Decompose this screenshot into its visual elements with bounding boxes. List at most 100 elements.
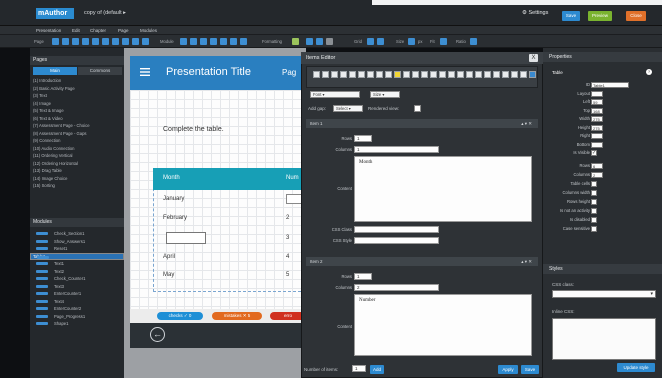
menu-page[interactable]: Page xyxy=(118,28,129,33)
redo-icon[interactable] xyxy=(529,71,536,78)
prop-right-input[interactable] xyxy=(591,133,603,139)
format-clear-icon[interactable] xyxy=(326,38,333,45)
module-paste-icon[interactable] xyxy=(200,38,207,45)
tab-commons[interactable]: Commons xyxy=(78,67,122,75)
close-icon[interactable]: X xyxy=(529,54,538,62)
modules-panel-header[interactable]: Modules xyxy=(30,218,124,227)
prop-table-cells-checkbox[interactable] xyxy=(591,181,597,187)
strike-icon[interactable] xyxy=(340,71,347,78)
page-preview-icon[interactable] xyxy=(142,38,149,45)
page-item[interactable]: (6) Text & Video xyxy=(33,116,63,121)
rendered-view-checkbox[interactable] xyxy=(414,105,421,112)
module-item[interactable]: Check_Counter1 xyxy=(30,275,124,282)
rows-input[interactable]: 1 xyxy=(354,273,372,280)
menu-edit[interactable]: Edit xyxy=(72,28,80,33)
columns-input[interactable]: 1 xyxy=(354,146,439,153)
gap-select[interactable]: Select ▾ xyxy=(333,105,363,112)
prop-top-input[interactable]: 168 xyxy=(591,107,603,114)
module-front-icon[interactable] xyxy=(220,38,227,45)
apply-button[interactable]: Apply xyxy=(498,365,518,374)
html-icon[interactable] xyxy=(511,71,518,78)
list-ordered-icon[interactable] xyxy=(403,71,410,78)
back-arrow-icon[interactable]: ← xyxy=(150,327,165,342)
prop-rows-input[interactable]: 6 xyxy=(591,163,603,169)
table-icon[interactable] xyxy=(475,71,482,78)
columns-input[interactable]: 2 xyxy=(354,284,439,291)
prop-columns-width-checkbox[interactable] xyxy=(591,190,597,196)
inline-css-textarea[interactable] xyxy=(552,318,656,360)
page-item[interactable]: (10) Audio Connection xyxy=(33,146,74,151)
page-export-icon[interactable] xyxy=(122,38,129,45)
item-controls-icon[interactable]: ▴ ▾ ✕ xyxy=(521,119,532,128)
page-settings-icon[interactable] xyxy=(112,38,119,45)
page-item[interactable]: (12) Ordering Horizontal xyxy=(33,161,78,166)
add-button[interactable]: Add xyxy=(370,365,384,374)
prop-height-input[interactable]: 275 xyxy=(591,124,603,131)
page-item[interactable]: (7) Assessment Page - Choice xyxy=(33,123,90,128)
page-item[interactable]: (2) Basic Activity Page xyxy=(33,86,75,91)
list-bullet-icon[interactable] xyxy=(412,71,419,78)
module-delete-icon[interactable] xyxy=(240,38,247,45)
ratio-icon[interactable] xyxy=(470,38,477,45)
prop-bottom-input[interactable] xyxy=(591,141,603,148)
bold-icon[interactable] xyxy=(313,71,320,78)
copy-page-icon[interactable] xyxy=(62,38,69,45)
module-cut-icon[interactable] xyxy=(190,38,197,45)
special-char-icon[interactable] xyxy=(502,71,509,78)
item-header[interactable]: Item 2 ▴ ▾ ✕ xyxy=(306,257,538,266)
grid-snap-icon[interactable] xyxy=(377,38,384,45)
underline-icon[interactable] xyxy=(331,71,338,78)
unlink-icon[interactable] xyxy=(376,71,383,78)
add-page-icon[interactable] xyxy=(52,38,59,45)
font-select[interactable]: Font ▾ xyxy=(310,91,360,98)
menu-chapter[interactable]: Chapter xyxy=(90,28,106,33)
update-style-button[interactable]: Update style xyxy=(617,363,655,372)
page-import-icon[interactable] xyxy=(132,38,139,45)
page-item[interactable]: (9) Connection xyxy=(33,138,60,143)
align-left-icon[interactable] xyxy=(439,71,446,78)
rows-input[interactable]: 1 xyxy=(354,135,372,142)
save-button[interactable]: Save xyxy=(562,11,580,21)
module-item[interactable]: Text2 xyxy=(30,268,124,275)
tab-main[interactable]: Main xyxy=(33,67,77,75)
prop-case-sensitive-checkbox[interactable] xyxy=(591,226,597,232)
module-item[interactable]: Check_Section1 xyxy=(30,230,124,237)
module-item[interactable]: Page_Progress1 xyxy=(30,313,124,320)
content-editor[interactable]: Month xyxy=(354,156,532,222)
prop-left-input[interactable]: 59 xyxy=(591,99,603,105)
help-icon[interactable]: ? xyxy=(646,69,652,75)
format-style-icon[interactable] xyxy=(306,38,313,45)
menu-presentation[interactable]: Presentation xyxy=(36,28,61,33)
module-item[interactable]: Text4 xyxy=(30,298,124,305)
module-item[interactable]: Show_Answers1 xyxy=(30,238,124,245)
number-of-items-input[interactable]: 1 xyxy=(352,365,366,372)
prop-layout-input[interactable] xyxy=(591,90,603,97)
size-icon[interactable] xyxy=(408,38,415,45)
page-item[interactable]: (3) Text xyxy=(33,93,47,98)
page-item[interactable]: (15) Sorting xyxy=(33,183,55,188)
module-item[interactable]: EnterCounter1 xyxy=(30,290,124,297)
item-controls-icon[interactable]: ▴ ▾ ✕ xyxy=(521,257,532,266)
link-icon[interactable] xyxy=(367,71,374,78)
page-down-icon[interactable] xyxy=(102,38,109,45)
css-class-input[interactable] xyxy=(354,226,439,233)
editor-save-button[interactable]: Save xyxy=(521,365,539,374)
undo-icon[interactable] xyxy=(520,71,527,78)
module-align-icon[interactable] xyxy=(210,38,217,45)
prop-visible-checkbox[interactable]: ✓ xyxy=(591,150,597,156)
module-item[interactable]: Text1 xyxy=(30,260,124,267)
preview-button[interactable]: Preview xyxy=(588,11,612,21)
pages-panel-header[interactable]: Pages xyxy=(30,56,124,65)
highlight-icon[interactable] xyxy=(394,71,401,78)
grid-toggle-icon[interactable] xyxy=(367,38,374,45)
close-button[interactable]: Close xyxy=(626,11,646,21)
align-justify-icon[interactable] xyxy=(466,71,473,78)
css-style-input[interactable] xyxy=(354,237,439,244)
prop-rows-height-checkbox[interactable] xyxy=(591,199,597,205)
module-item[interactable]: Text3 xyxy=(30,283,124,290)
format-text-icon[interactable] xyxy=(316,38,323,45)
module-item[interactable]: Reset1 xyxy=(30,245,124,252)
prop-width-input[interactable]: 275 xyxy=(591,116,603,122)
delete-page-icon[interactable] xyxy=(82,38,89,45)
size-select[interactable]: Size ▾ xyxy=(370,91,400,98)
